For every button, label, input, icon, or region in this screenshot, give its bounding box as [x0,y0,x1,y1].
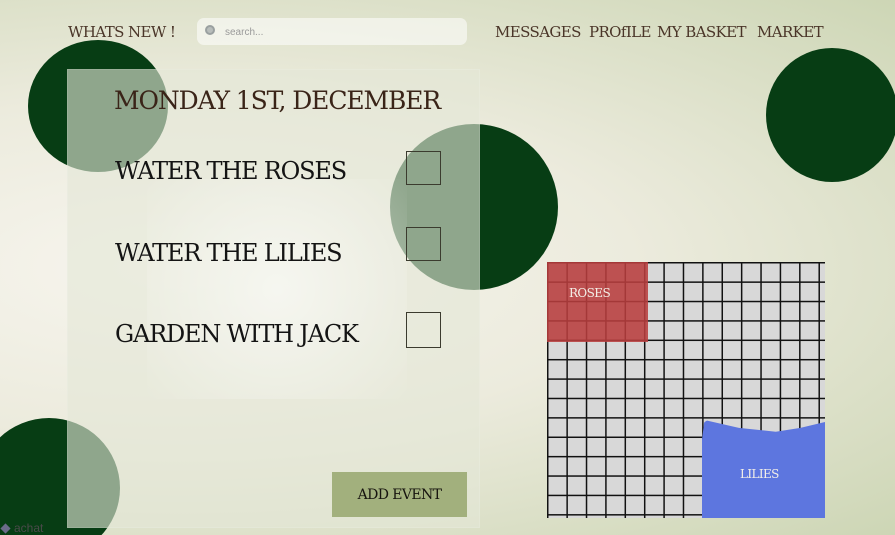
lilies-zone[interactable]: LILIES [702,420,825,518]
roses-zone-label: ROSES [569,286,611,300]
nav-whats-new[interactable]: WHATS NEW ! [68,20,176,44]
nav-profile[interactable]: PROfILE [589,20,651,44]
task-item: WATER THE ROSES [115,149,445,193]
search-icon [205,25,215,35]
search-input[interactable] [223,21,462,43]
search-bar[interactable] [197,18,467,45]
top-nav: WHATS NEW ! MESSAGES PROfILE MY BASKET M… [0,18,895,46]
date-title: MONDAY 1ST, DECEMBER [114,86,441,115]
task-label: WATER THE LILIES [115,239,343,267]
nav-my-basket[interactable]: MY BASKET [657,20,747,44]
task-item: WATER THE LILIES [115,227,445,275]
roses-zone[interactable]: ROSES [547,262,648,342]
achat-watermark: achat [0,521,44,535]
decorative-circle [766,48,895,182]
task-checkbox[interactable] [406,227,441,261]
diamond-logo-icon [0,523,11,534]
lilies-zone-label: LILIES [740,467,779,481]
watermark-text: achat [14,521,44,535]
task-panel: MONDAY 1ST, DECEMBER WATER THE ROSES WAT… [67,69,480,528]
add-event-button[interactable]: ADD EVENT [332,472,467,517]
nav-messages[interactable]: MESSAGES [495,20,581,44]
task-checkbox[interactable] [406,151,441,185]
task-label: GARDEN WITH JACK [115,320,359,348]
task-label: WATER THE ROSES [115,157,347,185]
nav-market[interactable]: MARKET [757,20,824,44]
task-checkbox[interactable] [406,312,441,348]
garden-grid[interactable]: ROSES LILIES [547,262,825,518]
task-item: GARDEN WITH JACK [115,312,445,356]
